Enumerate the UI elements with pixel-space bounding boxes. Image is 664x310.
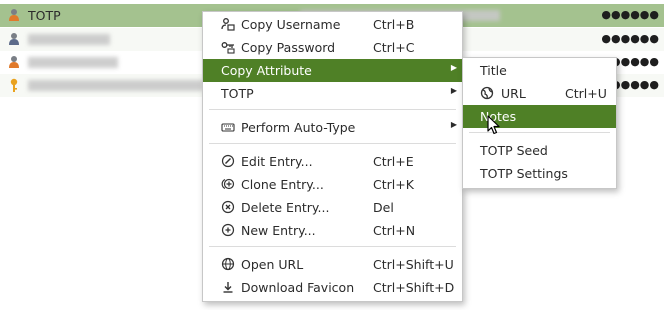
redacted-title bbox=[28, 80, 203, 91]
shortcut: Ctrl+C bbox=[373, 40, 415, 55]
keyboard-icon bbox=[221, 120, 235, 134]
menu-separator bbox=[209, 246, 456, 247]
redacted-title bbox=[28, 34, 110, 45]
attribute-title-item[interactable]: Title bbox=[463, 59, 616, 82]
download-icon bbox=[221, 280, 235, 294]
attribute-notes-item[interactable]: Notes bbox=[463, 105, 616, 128]
shortcut: Del bbox=[373, 200, 394, 215]
totp-settings-label: TOTP Settings bbox=[480, 166, 568, 181]
edit-entry-item[interactable]: Edit Entry... Ctrl+E bbox=[203, 150, 462, 173]
attribute-url-item[interactable]: URL Ctrl+U bbox=[463, 82, 616, 105]
redacted-title bbox=[28, 57, 118, 68]
password-mask: ●●●●●● bbox=[601, 8, 659, 21]
entry-title: TOTP bbox=[28, 8, 61, 23]
copy-username-item[interactable]: Copy Username Ctrl+B bbox=[203, 13, 462, 36]
clone-icon bbox=[221, 177, 235, 191]
entry-context-menu: Copy Username Ctrl+B Copy Password Ctrl+… bbox=[202, 11, 463, 302]
totp-seed-label: TOTP Seed bbox=[480, 143, 548, 158]
shortcut: Ctrl+B bbox=[373, 17, 415, 32]
attribute-totp-settings-item[interactable]: TOTP Settings bbox=[463, 162, 616, 185]
new-entry-label: New Entry... bbox=[241, 223, 316, 238]
user-entry-icon bbox=[8, 8, 20, 22]
menu-separator bbox=[209, 109, 456, 110]
user-copy-icon bbox=[221, 17, 235, 31]
password-mask: ●●●●●● bbox=[601, 32, 659, 45]
shortcut: Ctrl+E bbox=[373, 154, 414, 169]
delete-entry-item[interactable]: Delete Entry... Del bbox=[203, 196, 462, 219]
user-entry-icon bbox=[8, 55, 20, 69]
perform-auto-type-item[interactable]: Perform Auto-Type ▶ bbox=[203, 116, 462, 139]
mouse-cursor-icon bbox=[487, 115, 500, 135]
auto-type-label: Perform Auto-Type bbox=[241, 120, 356, 135]
menu-separator bbox=[209, 143, 456, 144]
globe-link-icon bbox=[480, 86, 494, 100]
totp-item[interactable]: TOTP ▶ bbox=[203, 82, 462, 105]
copy-attribute-label: Copy Attribute bbox=[221, 63, 312, 78]
user-entry-icon bbox=[8, 32, 20, 46]
shortcut: Ctrl+Shift+U bbox=[373, 257, 454, 272]
new-entry-item[interactable]: New Entry... Ctrl+N bbox=[203, 219, 462, 242]
edit-icon bbox=[221, 154, 235, 168]
open-url-item[interactable]: Open URL Ctrl+Shift+U bbox=[203, 253, 462, 276]
key-icon bbox=[8, 78, 20, 92]
attribute-totp-seed-item[interactable]: TOTP Seed bbox=[463, 139, 616, 162]
copy-password-label: Copy Password bbox=[241, 40, 336, 55]
download-favicon-item[interactable]: Download Favicon Ctrl+Shift+D bbox=[203, 276, 462, 299]
shortcut: Ctrl+K bbox=[373, 177, 414, 192]
open-url-label: Open URL bbox=[241, 257, 304, 272]
delete-icon bbox=[221, 200, 235, 214]
shortcut: Ctrl+Shift+D bbox=[373, 280, 455, 295]
clone-entry-label: Clone Entry... bbox=[241, 177, 324, 192]
shortcut: Ctrl+U bbox=[565, 86, 607, 101]
edit-entry-label: Edit Entry... bbox=[241, 154, 313, 169]
download-favicon-label: Download Favicon bbox=[241, 280, 355, 295]
globe-icon bbox=[221, 257, 235, 271]
copy-username-label: Copy Username bbox=[241, 17, 341, 32]
submenu-arrow-icon: ▶ bbox=[450, 86, 457, 95]
copy-password-item[interactable]: Copy Password Ctrl+C bbox=[203, 36, 462, 59]
copy-attribute-item[interactable]: Copy Attribute ▶ bbox=[203, 59, 462, 82]
key-copy-icon bbox=[221, 40, 235, 54]
submenu-arrow-icon: ▶ bbox=[450, 63, 457, 72]
delete-entry-label: Delete Entry... bbox=[241, 200, 330, 215]
url-label: URL bbox=[501, 86, 526, 101]
copy-attribute-submenu: Title URL Ctrl+U Notes TOTP Seed TOTP Se… bbox=[462, 57, 617, 189]
add-icon bbox=[221, 223, 235, 237]
clone-entry-item[interactable]: Clone Entry... Ctrl+K bbox=[203, 173, 462, 196]
totp-label: TOTP bbox=[221, 86, 254, 101]
submenu-arrow-icon: ▶ bbox=[450, 120, 457, 129]
shortcut: Ctrl+N bbox=[373, 223, 416, 238]
title-label: Title bbox=[480, 63, 507, 78]
